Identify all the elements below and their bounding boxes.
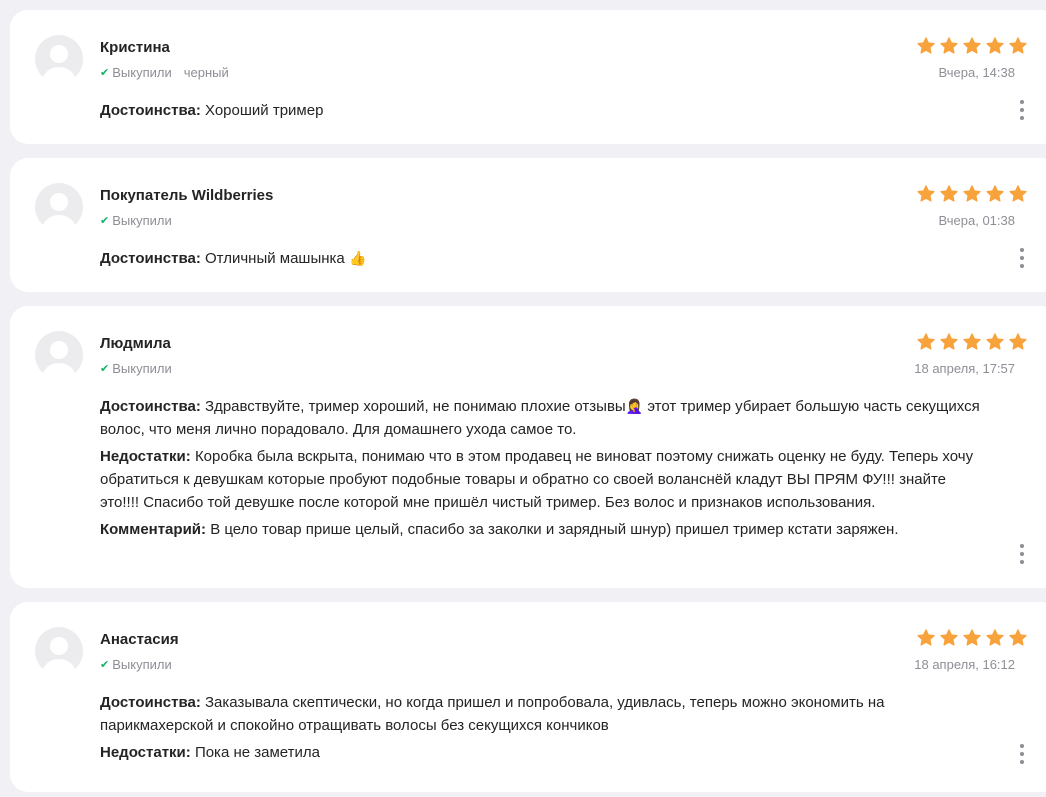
purchase-info: ✔ Выкупили <box>100 361 172 376</box>
cons: Недостатки: Пока не заметила <box>100 741 980 764</box>
star-icon <box>986 185 1004 202</box>
purchase-info: ✔ Выкупили <box>100 213 172 228</box>
pros-label: Достоинства: <box>100 694 201 711</box>
avatar <box>35 331 83 379</box>
cons-label: Недостатки: <box>100 744 191 761</box>
rating-stars <box>916 36 1028 56</box>
star-icon <box>986 333 1004 350</box>
facepalm-icon: 🤦‍♀️ <box>625 398 644 414</box>
pros-label: Достоинства: <box>100 398 201 415</box>
pros: Достоинства: Заказывала скептически, но … <box>100 691 980 737</box>
review-card: Покупатель Wildberries ✔ Выкупили Вчера,… <box>10 158 1046 292</box>
star-icon <box>963 37 981 54</box>
rating-stars <box>916 184 1028 204</box>
pros: Достоинства: Хороший тример <box>100 99 980 122</box>
star-icon <box>1009 37 1027 54</box>
rating-stars <box>916 628 1028 648</box>
cons: Недостатки: Коробка была вскрыта, понима… <box>100 445 980 514</box>
review-text: Достоинства: Хороший тример <box>100 99 980 126</box>
purchase-status: Выкупили <box>112 213 172 228</box>
review-date: 18 апреля, 17:57 <box>914 361 1015 376</box>
pros-text: Заказывала скептически, но когда пришел … <box>100 694 885 734</box>
purchase-info: ✔ Выкупили <box>100 657 172 672</box>
pros: Достоинства: Здравствуйте, тример хороши… <box>100 395 980 441</box>
pros-text: Здравствуйте, тример хороший, не понимаю… <box>205 398 626 415</box>
verified-check-icon: ✔ <box>100 363 110 375</box>
verified-check-icon: ✔ <box>100 659 110 671</box>
comment-label: Комментарий: <box>100 521 207 538</box>
purchase-status: Выкупили <box>112 657 172 672</box>
star-icon <box>963 185 981 202</box>
pros-label: Достоинства: <box>100 102 201 119</box>
star-icon <box>963 333 981 350</box>
star-icon <box>917 333 935 350</box>
review-date: 18 апреля, 16:12 <box>914 657 1015 672</box>
review-text: Достоинства: Заказывала скептически, но … <box>100 691 980 768</box>
comment: Комментарий: В цело товар прише целый, с… <box>100 518 980 541</box>
review-text: Достоинства: Отличный машынка 👍 <box>100 247 980 274</box>
purchase-status: Выкупили <box>112 361 172 376</box>
purchase-info: ✔ Выкупили черный <box>100 65 229 80</box>
star-icon <box>917 37 935 54</box>
star-icon <box>940 333 958 350</box>
avatar <box>35 35 83 83</box>
verified-check-icon: ✔ <box>100 67 110 79</box>
pros-text: Хороший тример <box>205 102 324 119</box>
more-options-icon[interactable] <box>1012 742 1032 766</box>
review-card: Людмила ✔ Выкупили 18 апреля, 17:57 Дост… <box>10 306 1046 588</box>
star-icon <box>1009 629 1027 646</box>
more-options-icon[interactable] <box>1012 98 1032 122</box>
avatar <box>35 627 83 675</box>
reviewer-name: Людмила <box>100 335 171 352</box>
thumbs-up-icon: 👍 <box>348 250 367 266</box>
star-icon <box>963 629 981 646</box>
star-icon <box>1009 185 1027 202</box>
cons-text: Пока не заметила <box>194 744 320 761</box>
review-card: Анастасия ✔ Выкупили 18 апреля, 16:12 До… <box>10 602 1046 792</box>
star-icon <box>940 629 958 646</box>
reviewer-name: Покупатель Wildberries <box>100 187 274 204</box>
cons-label: Недостатки: <box>100 448 191 465</box>
avatar <box>35 183 83 231</box>
reviewer-name: Анастасия <box>100 631 179 648</box>
more-options-icon[interactable] <box>1012 542 1032 566</box>
star-icon <box>940 185 958 202</box>
verified-check-icon: ✔ <box>100 215 110 227</box>
pros: Достоинства: Отличный машынка 👍 <box>100 247 980 270</box>
cons-text: Коробка была вскрыта, понимаю что в этом… <box>100 448 974 511</box>
more-options-icon[interactable] <box>1012 246 1032 270</box>
pros-label: Достоинства: <box>100 250 201 267</box>
star-icon <box>917 629 935 646</box>
reviewer-name: Кристина <box>100 39 170 56</box>
comment-text: В цело товар прише целый, спасибо за зак… <box>210 521 899 538</box>
star-icon <box>917 185 935 202</box>
purchase-status: Выкупили <box>112 65 172 80</box>
rating-stars <box>916 332 1028 352</box>
star-icon <box>986 629 1004 646</box>
star-icon <box>986 37 1004 54</box>
product-variant: черный <box>183 65 229 80</box>
review-date: Вчера, 01:38 <box>938 213 1015 228</box>
review-date: Вчера, 14:38 <box>938 65 1015 80</box>
review-text: Достоинства: Здравствуйте, тример хороши… <box>100 395 980 545</box>
pros-text: Отличный машынка <box>205 250 345 267</box>
star-icon <box>940 37 958 54</box>
star-icon <box>1009 333 1027 350</box>
review-card: Кристина ✔ Выкупили черный Вчера, 14:38 … <box>10 10 1046 144</box>
